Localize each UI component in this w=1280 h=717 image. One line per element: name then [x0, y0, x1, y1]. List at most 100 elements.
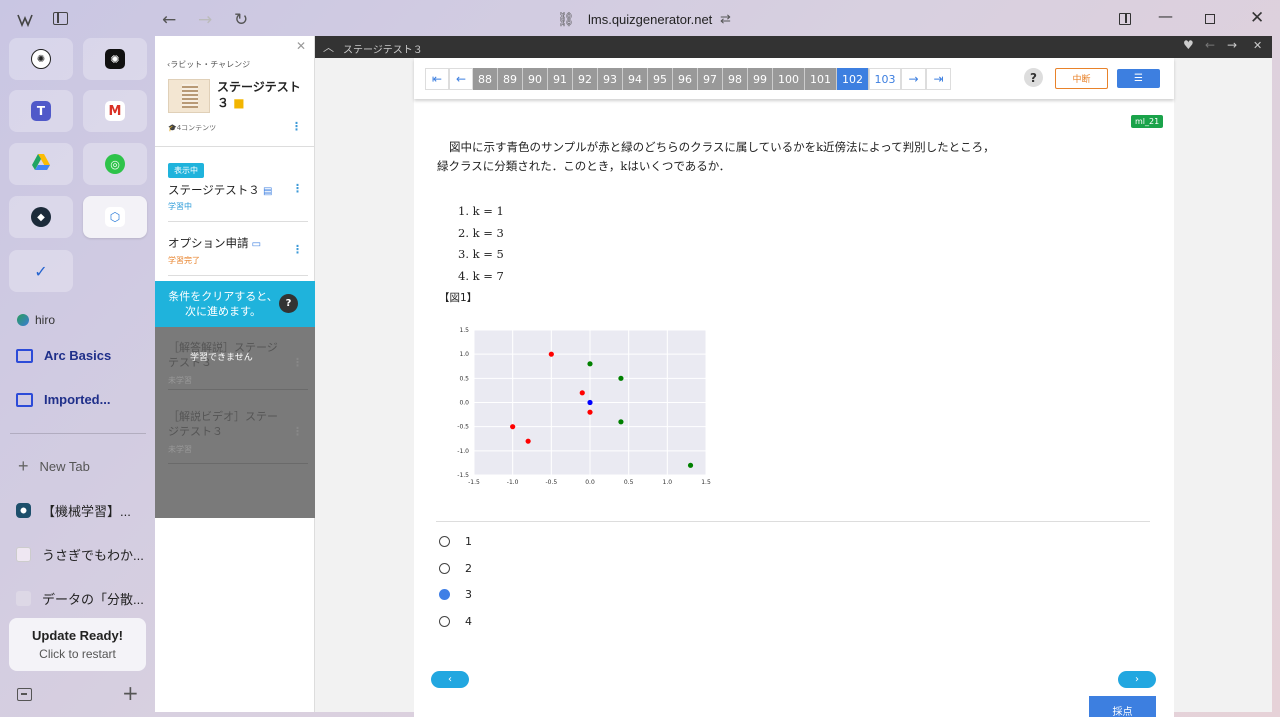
arc-logo-icon[interactable] — [16, 11, 34, 29]
tab-item[interactable]: 【機械学習】... — [16, 501, 131, 520]
radio-button[interactable] — [439, 536, 450, 547]
more-options-icon[interactable]: ⋮ — [291, 120, 302, 133]
archive-icon[interactable] — [17, 688, 32, 701]
pinned-quizgenerator[interactable]: ⬡ — [83, 196, 147, 238]
grade-button[interactable]: 採点 — [1089, 696, 1156, 717]
heart-icon[interactable]: ♥ — [1183, 38, 1194, 52]
page-button[interactable]: 93 — [598, 68, 623, 90]
sidebar-toggle-icon[interactable] — [53, 12, 68, 25]
update-ready-card[interactable]: Update Ready! Click to restart — [9, 618, 146, 671]
page-button[interactable]: 89 — [498, 68, 523, 90]
outline-item-locked: ［解答解説］ステージテスト３ 未学習 学習できません ⋮ — [155, 340, 315, 386]
pinned-teams[interactable]: T — [9, 90, 73, 132]
help-icon[interactable]: ? — [1024, 68, 1043, 87]
outline-item-current[interactable]: ステージテスト３ ▤ 学習中 ⋮ — [155, 182, 315, 222]
globe-icon — [17, 314, 29, 326]
page-button[interactable]: 99 — [748, 68, 773, 90]
answer-label: 2 — [465, 561, 472, 575]
choices-list: 1. k = 1 2. k = 3 3. k = 5 4. k = 7 — [458, 201, 504, 287]
tab-item[interactable]: データの「分散... — [16, 589, 144, 608]
page-button[interactable]: 95 — [648, 68, 673, 90]
choice-text: 4. k = 7 — [458, 268, 504, 283]
page-button[interactable]: 97 — [698, 68, 723, 90]
more-options-icon[interactable]: ⋮ — [292, 243, 303, 256]
page-button[interactable]: 98 — [723, 68, 748, 90]
close-panel-icon[interactable]: ✕ — [296, 39, 306, 53]
choice-text: 1. k = 1 — [458, 204, 504, 218]
page-button[interactable]: 103 — [869, 68, 901, 90]
url-text[interactable]: lms.quizgenerator.net — [588, 12, 712, 27]
minimize-icon[interactable]: — — [1158, 7, 1173, 25]
x-tick-label: 0.0 — [585, 479, 595, 486]
more-options-icon[interactable]: ⋮ — [292, 182, 303, 195]
close-window-icon[interactable]: ✕ — [1250, 8, 1264, 28]
folder-imported[interactable]: Imported... — [16, 392, 110, 407]
last-page-icon[interactable]: ⇥ — [926, 68, 951, 90]
answer-option[interactable]: 3 — [439, 588, 472, 601]
pinned-google-drive[interactable] — [9, 143, 73, 185]
next-arrow-icon[interactable]: → — [1227, 38, 1237, 52]
first-page-icon[interactable]: ⇤ — [425, 68, 449, 90]
lock-notice-line: 条件をクリアすると、 — [168, 290, 278, 303]
list-menu-button[interactable]: ☰ — [1117, 69, 1160, 88]
help-icon[interactable]: ? — [279, 294, 298, 313]
answer-option[interactable]: 2 — [439, 562, 472, 575]
page-button[interactable]: 94 — [623, 68, 648, 90]
radio-button[interactable] — [439, 615, 450, 627]
divider — [168, 221, 308, 222]
more-options-icon: ⋮ — [292, 356, 303, 369]
pinned-todo[interactable]: ✓ — [9, 250, 73, 292]
radio-button[interactable] — [439, 562, 450, 574]
lock-notice-line: 次に進めます。 — [185, 305, 261, 318]
chevron-right-icon: › — [1135, 674, 1139, 685]
page-button[interactable]: 88 — [473, 68, 498, 90]
outline-item-option[interactable]: オプション申請 ▭ 学習完了 ⋮ — [155, 235, 315, 275]
split-view-icon[interactable] — [1119, 13, 1131, 25]
folder-arc-basics[interactable]: Arc Basics — [16, 348, 111, 363]
forward-arrow-icon[interactable]: → — [198, 10, 212, 30]
collapse-chevron-icon[interactable]: ︿ — [323, 39, 334, 55]
prev-page-icon[interactable]: ← — [449, 68, 473, 90]
page-button[interactable]: 90 — [523, 68, 548, 90]
restore-icon[interactable] — [1205, 14, 1215, 24]
gmail-icon: M — [105, 101, 125, 121]
answer-option[interactable]: 1 — [439, 535, 472, 548]
page-button[interactable]: 101 — [805, 68, 837, 90]
pinned-app-green[interactable]: ◎ — [83, 143, 147, 185]
outline-item-status: 学習完了 — [168, 256, 200, 265]
checkmark-icon: ✓ — [34, 261, 48, 281]
radio-button[interactable] — [439, 589, 450, 600]
showing-badge: 表示中 — [168, 163, 204, 178]
next-question-button[interactable]: › — [1118, 671, 1156, 688]
page-button[interactable]: 96 — [673, 68, 698, 90]
next-page-icon[interactable]: → — [901, 68, 926, 90]
pagination-bar: ⇤ ← 88 89 90 91 92 93 94 95 96 97 98 99 100 101 102 103… — [414, 58, 1174, 99]
page-button[interactable]: 91 — [548, 68, 573, 90]
prev-question-button[interactable]: ‹ — [431, 671, 469, 688]
page-button[interactable]: 92 — [573, 68, 598, 90]
outline-item-status: 学習中 — [168, 202, 192, 211]
pinned-app-dark[interactable]: ◆ — [9, 196, 73, 238]
page-button[interactable]: 102 — [837, 68, 869, 90]
divider — [168, 389, 308, 390]
site-settings-icon[interactable]: ⇄ — [720, 11, 731, 27]
profile-row[interactable]: hiro — [17, 313, 55, 327]
new-tab-button[interactable]: + New Tab — [18, 457, 90, 475]
tab-item[interactable]: うさぎでもわか... — [16, 545, 144, 564]
divider — [168, 275, 308, 276]
pinned-chatgpt-2[interactable]: ✺ — [83, 38, 147, 80]
update-title: Update Ready! — [31, 628, 124, 643]
divider — [168, 463, 308, 464]
breadcrumb[interactable]: ‹ラビット・チャレンジ — [167, 59, 250, 70]
answer-option[interactable]: 4 — [439, 615, 472, 628]
pinned-chatgpt-1[interactable]: ✺ — [9, 38, 73, 80]
reload-icon[interactable]: ↻ — [234, 10, 248, 30]
pinned-gmail[interactable]: M — [83, 90, 147, 132]
page-button[interactable]: 100 — [773, 68, 805, 90]
back-arrow-icon[interactable]: ← — [162, 10, 176, 30]
y-tick-label: 1.0 — [459, 351, 469, 358]
add-plus-icon[interactable]: + — [122, 683, 139, 703]
prev-arrow-icon[interactable]: ← — [1205, 38, 1215, 52]
close-viewer-icon[interactable]: ✕ — [1253, 39, 1262, 52]
pause-button[interactable]: 中断 — [1055, 68, 1108, 89]
